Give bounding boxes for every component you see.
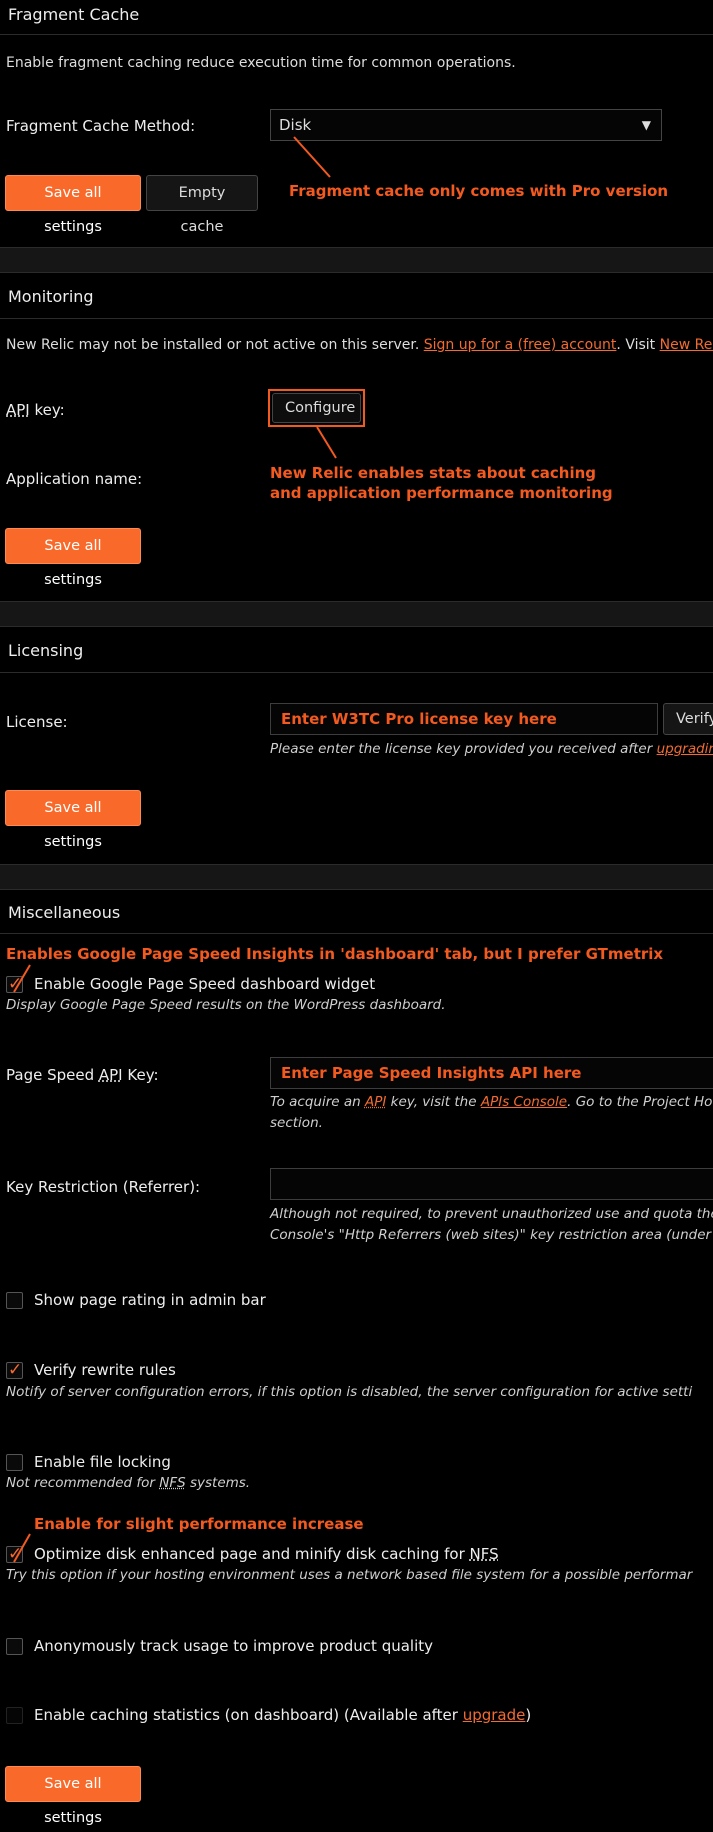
- licensing-title: Licensing: [8, 641, 84, 660]
- show-rating-checkbox[interactable]: [6, 1292, 23, 1309]
- new-relic-link[interactable]: New Relic: [660, 337, 713, 353]
- arrow-fragment: [293, 136, 331, 178]
- annotation-new-relic-line1: New Relic enables stats about caching: [270, 464, 597, 482]
- key-restriction-input[interactable]: [270, 1168, 713, 1200]
- api-key-label-suffix: Key:: [122, 1066, 159, 1084]
- verify-rewrite-label: Verify rewrite rules: [34, 1361, 176, 1379]
- page-speed-api-key-input[interactable]: Enter Page Speed Insights API here: [270, 1057, 713, 1089]
- key-restriction-help-line1: Although not required, to prevent unauth…: [270, 1206, 713, 1222]
- api-key-label-prefix: Page Speed: [6, 1066, 99, 1084]
- show-rating-label: Show page rating in admin bar: [34, 1291, 266, 1309]
- stats-label-suffix: ): [525, 1706, 532, 1724]
- file-locking-desc: Not recommended for NFS systems.: [6, 1475, 250, 1491]
- upgrading-link[interactable]: upgrading: [657, 741, 713, 757]
- license-label: License:: [6, 713, 68, 731]
- optimize-nfs-label-prefix: Optimize disk enhanced page and minify d…: [34, 1545, 470, 1563]
- divider: [0, 318, 713, 319]
- chevron-down-icon: ▼: [641, 118, 651, 132]
- verify-button[interactable]: Verify: [663, 703, 713, 735]
- configure-button[interactable]: Configure: [272, 393, 361, 423]
- pagespeed-widget-checkbox[interactable]: ✓: [6, 974, 23, 994]
- monitoring-description: New Relic may not be installed or not ac…: [6, 337, 713, 353]
- license-help: Please enter the license key provided yo…: [270, 741, 713, 757]
- checkmark-icon: ✓: [8, 974, 23, 994]
- api-key-label: API key:: [6, 401, 65, 419]
- verify-rewrite-checkbox[interactable]: ✓: [6, 1360, 23, 1380]
- monitoring-desc-mid: . Visit: [616, 337, 656, 353]
- nfs-abbr: NFS: [469, 1545, 499, 1563]
- save-all-settings-button[interactable]: Save all settings: [5, 1766, 141, 1826]
- key-restriction-help-line2: Console's "Http Referrers (web sites)" k…: [270, 1227, 713, 1243]
- caching-stats-label: Enable caching statistics (on dashboard)…: [34, 1706, 531, 1724]
- stats-label-mid: (Available after: [339, 1706, 463, 1724]
- fragment-cache-description: Enable fragment caching reduce execution…: [6, 55, 516, 71]
- optimize-nfs-desc: Try this option if your hosting environm…: [6, 1567, 693, 1583]
- page-speed-api-key-label: Page Speed API Key:: [6, 1066, 159, 1084]
- save-all-settings-button[interactable]: Save all settings: [5, 175, 141, 235]
- license-input[interactable]: Enter W3TC Pro license key here: [270, 703, 658, 735]
- annotation-pagespeed: Enables Google Page Speed Insights in 'd…: [6, 945, 664, 963]
- save-all-settings-button[interactable]: Save all settings: [5, 790, 141, 850]
- track-usage-checkbox[interactable]: [6, 1638, 23, 1655]
- api-key-help-line1: To acquire an API key, visit the APIs Co…: [270, 1094, 712, 1110]
- file-locking-desc-prefix: Not recommended for: [6, 1475, 160, 1491]
- fragment-cache-method-label: Fragment Cache Method:: [6, 117, 196, 135]
- signup-link[interactable]: Sign up for a (free) account: [424, 337, 617, 353]
- api-help-abbr: API: [364, 1094, 387, 1110]
- license-input-annotation: Enter W3TC Pro license key here: [281, 710, 557, 728]
- annotation-fragment-pro: Fragment cache only comes with Pro versi…: [289, 182, 669, 200]
- annotation-nfs: Enable for slight performance increase: [34, 1515, 364, 1533]
- api-key-help-line2: section.: [270, 1115, 323, 1131]
- stats-label-prefix: Enable caching statistics (on dashboard): [34, 1706, 340, 1724]
- divider: [0, 672, 713, 673]
- section-gap: [0, 864, 713, 890]
- optimize-nfs-label: Optimize disk enhanced page and minify d…: [34, 1545, 499, 1563]
- fragment-cache-method-select[interactable]: Disk ▼: [270, 109, 662, 141]
- api-key-label-rest: key:: [29, 401, 65, 419]
- monitoring-title: Monitoring: [8, 287, 94, 306]
- divider: [0, 34, 713, 35]
- verify-rewrite-desc: Notify of server configuration errors, i…: [6, 1384, 693, 1400]
- pagespeed-widget-label: Enable Google Page Speed dashboard widge…: [34, 975, 376, 993]
- save-all-settings-button[interactable]: Save all settings: [5, 528, 141, 588]
- pagespeed-widget-desc: Display Google Page Speed results on the…: [6, 997, 446, 1013]
- api-help-1: To acquire an: [270, 1094, 361, 1110]
- api-abbr: API: [98, 1066, 123, 1084]
- license-help-text: Please enter the license key provided yo…: [270, 741, 653, 757]
- section-gap: [0, 247, 713, 273]
- key-restriction-label: Key Restriction (Referrer):: [6, 1178, 201, 1196]
- optimize-nfs-checkbox[interactable]: ✓: [6, 1544, 23, 1564]
- caching-stats-checkbox[interactable]: [6, 1707, 23, 1724]
- application-name-label: Application name:: [6, 470, 143, 488]
- track-usage-label: Anonymously track usage to improve produ…: [34, 1637, 434, 1655]
- api-help-3: . Go to the Project Ho: [567, 1094, 713, 1110]
- monitoring-desc-prefix: New Relic may not be installed or not ac…: [6, 337, 420, 353]
- fragment-cache-title: Fragment Cache: [8, 5, 140, 24]
- nfs-abbr: NFS: [159, 1475, 186, 1491]
- arrow-configure: [316, 426, 337, 459]
- api-key-input-annotation: Enter Page Speed Insights API here: [281, 1064, 582, 1082]
- file-locking-checkbox[interactable]: [6, 1454, 23, 1471]
- api-help-2: key, visit the: [386, 1094, 477, 1110]
- file-locking-label: Enable file locking: [34, 1453, 171, 1471]
- section-gap: [0, 601, 713, 627]
- api-abbr: API: [6, 401, 30, 419]
- upgrade-link[interactable]: upgrade: [463, 1706, 526, 1724]
- apis-console-link[interactable]: APIs Console: [481, 1094, 567, 1110]
- select-value: Disk: [279, 116, 312, 134]
- checkmark-icon: ✓: [8, 1360, 23, 1380]
- divider: [0, 933, 713, 934]
- file-locking-desc-suffix: systems.: [185, 1475, 251, 1491]
- annotation-new-relic-line2: and application performance monitoring: [270, 484, 613, 502]
- empty-cache-button[interactable]: Empty cache: [146, 175, 258, 235]
- checkmark-icon: ✓: [8, 1544, 23, 1564]
- miscellaneous-title: Miscellaneous: [8, 903, 121, 922]
